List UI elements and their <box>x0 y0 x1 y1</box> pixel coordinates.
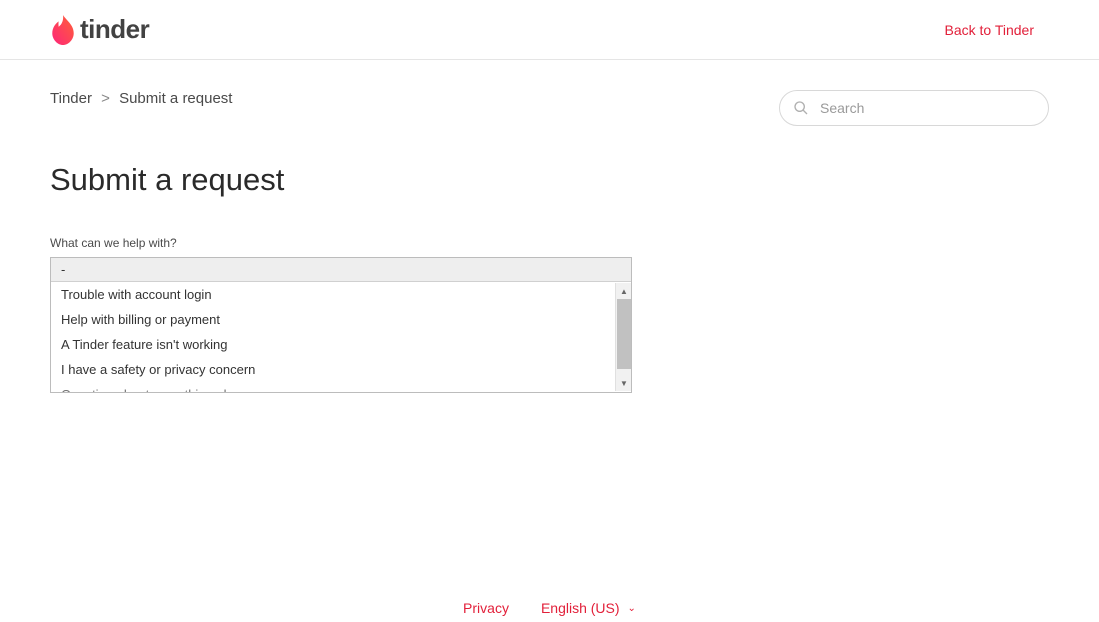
scroll-down-arrow-icon[interactable]: ▼ <box>616 375 632 391</box>
search-icon <box>793 100 809 116</box>
brand-text: tinder <box>80 14 149 45</box>
dropdown-option[interactable]: Help with billing or payment <box>51 307 631 332</box>
chevron-down-icon: ⌄ <box>628 603 636 614</box>
language-label: English (US) <box>541 600 620 616</box>
help-field-label: What can we help with? <box>50 236 690 250</box>
main-content: Tinder > Submit a request Submit a reque… <box>0 60 1099 413</box>
scrollbar[interactable]: ▲ ▼ <box>615 283 631 391</box>
dropdown-option[interactable]: I have a safety or privacy concern <box>51 357 631 382</box>
breadcrumb: Tinder > Submit a request <box>50 90 690 107</box>
back-to-tinder-link[interactable]: Back to Tinder <box>945 22 1035 38</box>
language-selector[interactable]: English (US) ⌄ <box>541 600 636 616</box>
flame-icon <box>50 15 76 45</box>
dropdown-selected-value[interactable]: - <box>51 258 631 282</box>
breadcrumb-current: Submit a request <box>119 90 232 107</box>
scrollbar-thumb[interactable] <box>617 299 631 369</box>
dropdown-option[interactable]: Question about something else <box>51 382 631 392</box>
search-input[interactable] <box>779 90 1049 126</box>
breadcrumb-separator: > <box>101 90 110 107</box>
scroll-up-arrow-icon[interactable]: ▲ <box>616 283 632 299</box>
help-dropdown[interactable]: - Trouble with account login Help with b… <box>50 257 632 393</box>
content-column: Tinder > Submit a request Submit a reque… <box>50 80 690 393</box>
search-wrapper <box>779 90 1049 126</box>
header: tinder Back to Tinder <box>0 0 1099 60</box>
breadcrumb-root[interactable]: Tinder <box>50 90 92 107</box>
dropdown-options-list: Trouble with account login Help with bil… <box>51 282 631 392</box>
footer: Privacy English (US) ⌄ <box>0 594 1099 622</box>
dropdown-option[interactable]: A Tinder feature isn't working <box>51 332 631 357</box>
page-title: Submit a request <box>50 162 690 198</box>
privacy-link[interactable]: Privacy <box>463 600 509 616</box>
dropdown-option[interactable]: Trouble with account login <box>51 282 631 307</box>
tinder-logo[interactable]: tinder <box>50 14 149 45</box>
